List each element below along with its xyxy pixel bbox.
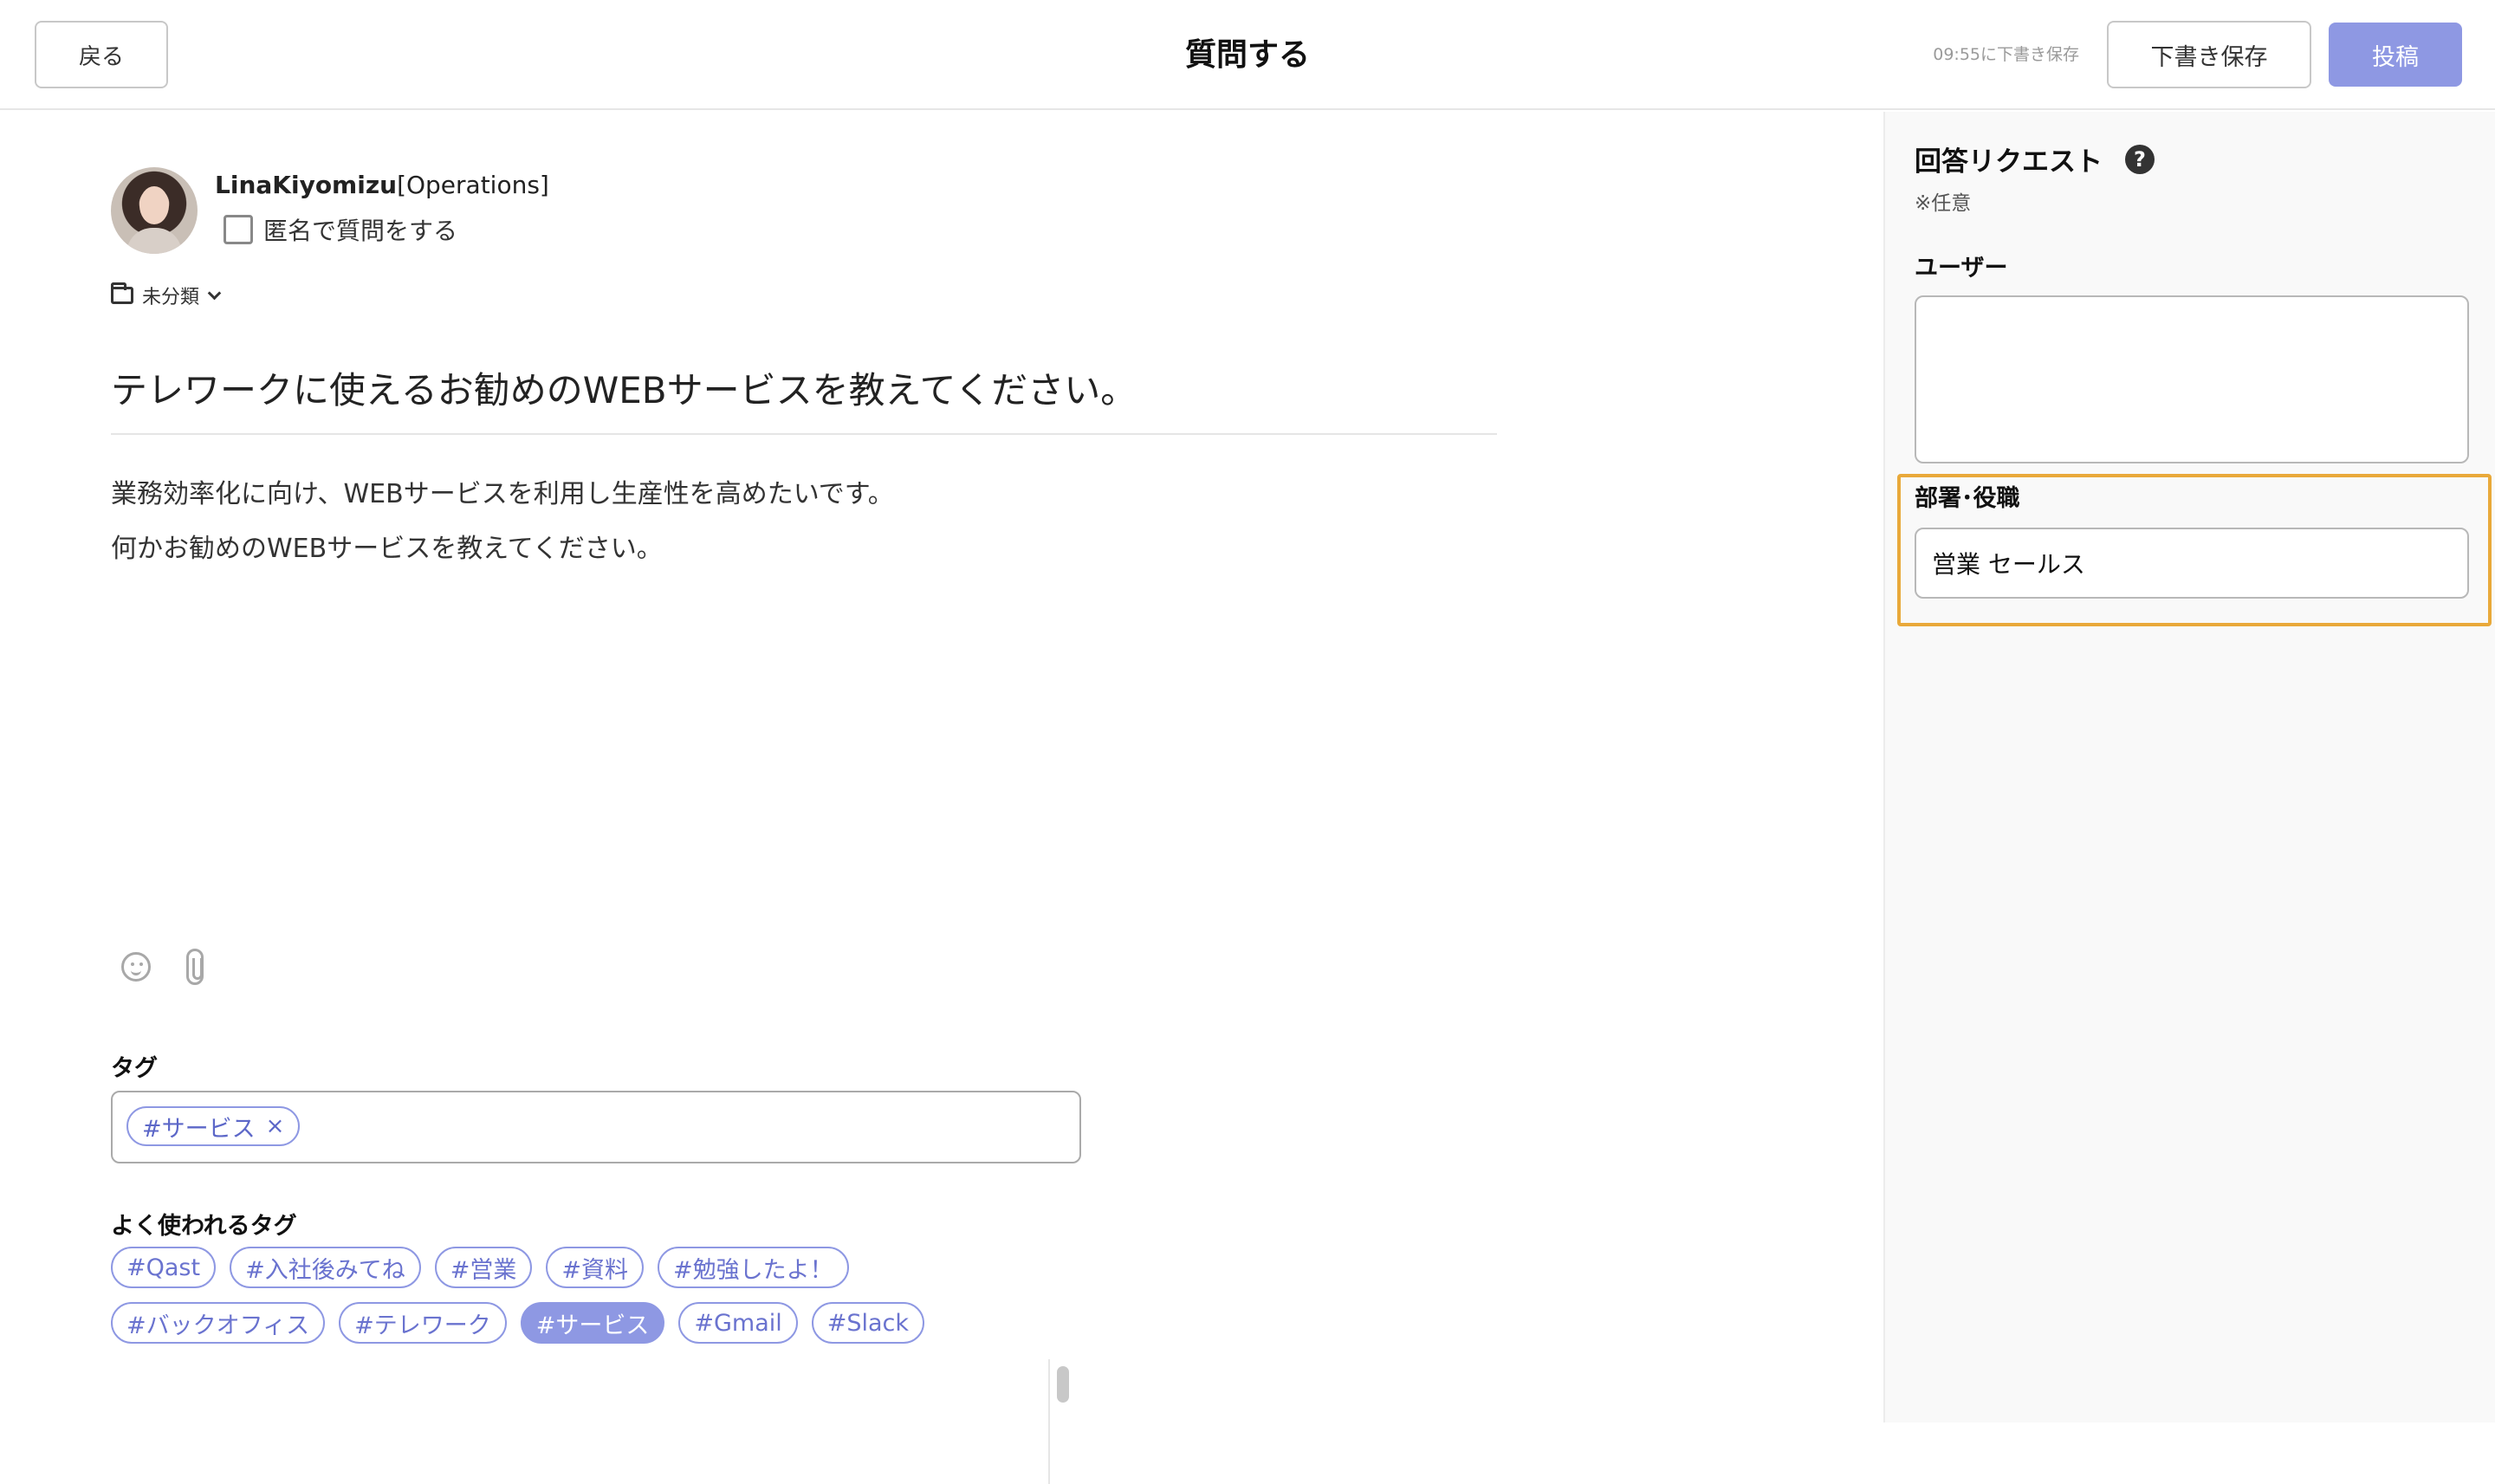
frequent-tag[interactable]: #Slack [811, 1302, 925, 1344]
folder-icon [111, 282, 133, 304]
anonymous-checkbox[interactable] [224, 215, 253, 244]
author-name: LinaKiyomizu[Operations] [215, 171, 549, 199]
frequent-tag-active[interactable]: #サービス [520, 1302, 665, 1344]
author-username: LinaKiyomizu [215, 171, 398, 199]
avatar-face [139, 186, 169, 224]
answer-request-panel: 回答リクエスト ? ※任意 ユーザー 部署･役職 営業 セールス [1883, 112, 2495, 1422]
author-department: [Operations] [397, 171, 549, 199]
frequent-tags-scrollbar[interactable] [1048, 1359, 1074, 1484]
emoji-icon[interactable] [121, 952, 151, 982]
selected-tag-chip: #サービス × [126, 1106, 301, 1146]
chevron-down-icon [207, 286, 222, 300]
frequent-tag[interactable]: #入社後みてね [230, 1247, 421, 1288]
question-title-input[interactable]: テレワークに使えるお勧めのWEBサービスを教えてください。 [111, 361, 1497, 435]
avatar [111, 167, 198, 254]
frequent-tag[interactable]: #資料 [546, 1247, 644, 1288]
scrollbar-thumb[interactable] [1057, 1366, 1069, 1403]
frequent-tags-row: #バックオフィス #テレワーク #サービス #Gmail #Slack [111, 1302, 1073, 1344]
tag-input[interactable]: #サービス × [111, 1091, 1081, 1163]
department-input[interactable]: 営業 セールス [1915, 528, 2469, 599]
category-label: 未分類 [142, 287, 200, 308]
page-title: 質問する [1184, 37, 1310, 73]
frequent-tags-row: #Qast #入社後みてね #営業 #資料 #勉強したよ！ [111, 1247, 1073, 1288]
post-button[interactable]: 投稿 [2329, 23, 2462, 87]
department-field-label: 部署･役職 [1915, 485, 2020, 512]
save-draft-button[interactable]: 下書き保存 [2107, 21, 2311, 88]
anonymous-option[interactable]: 匿名で質問をする [224, 212, 457, 247]
help-icon[interactable]: ? [2125, 144, 2155, 174]
back-button[interactable]: 戻る [35, 21, 168, 88]
frequent-tag[interactable]: #テレワーク [339, 1302, 507, 1344]
frequent-tag[interactable]: #バックオフィス [111, 1302, 326, 1344]
anonymous-label: 匿名で質問をする [263, 217, 458, 245]
selected-tag-label: #サービス [142, 1115, 256, 1143]
top-bar: 戻る 質問する 09:55に下書き保存 下書き保存 投稿 [0, 0, 2495, 110]
frequent-tags-list: #Qast #入社後みてね #営業 #資料 #勉強したよ！ #バックオフィス #… [111, 1247, 1073, 1420]
question-editor: LinaKiyomizu[Operations] 匿名で質問をする 未分類 テレ… [0, 112, 1883, 1484]
answer-request-label: 回答リクエスト [1915, 146, 2103, 178]
frequent-tag[interactable]: #Gmail [678, 1302, 798, 1344]
frequent-tag[interactable]: #営業 [434, 1247, 533, 1288]
user-field-label: ユーザー [1915, 255, 2008, 282]
tag-heading: タグ [111, 1055, 158, 1082]
user-input[interactable] [1915, 295, 2469, 463]
optional-note: ※任意 [1915, 192, 1972, 215]
close-icon[interactable]: × [266, 1113, 285, 1139]
question-body-line: 業務効率化に向け、WEBサービスを利用し生産性を高めたいです。 [111, 479, 894, 509]
paperclip-icon[interactable] [186, 949, 204, 985]
question-body-input[interactable]: 業務効率化に向け、WEBサービスを利用し生産性を高めたいです。 何かお勧めのWE… [111, 467, 894, 576]
question-body-line: 何かお勧めのWEBサービスを教えてください。 [111, 534, 663, 564]
avatar-body [126, 228, 182, 254]
frequent-tag[interactable]: #Qast [111, 1247, 217, 1288]
frequent-tag[interactable]: #勉強したよ！ [657, 1247, 849, 1288]
frequent-tags-heading: よく使われるタグ [111, 1213, 297, 1240]
category-dropdown[interactable]: 未分類 [111, 282, 222, 309]
answer-request-title: 回答リクエスト ? [1915, 139, 2155, 178]
draft-saved-status: 09:55に下書き保存 [1933, 45, 2079, 64]
